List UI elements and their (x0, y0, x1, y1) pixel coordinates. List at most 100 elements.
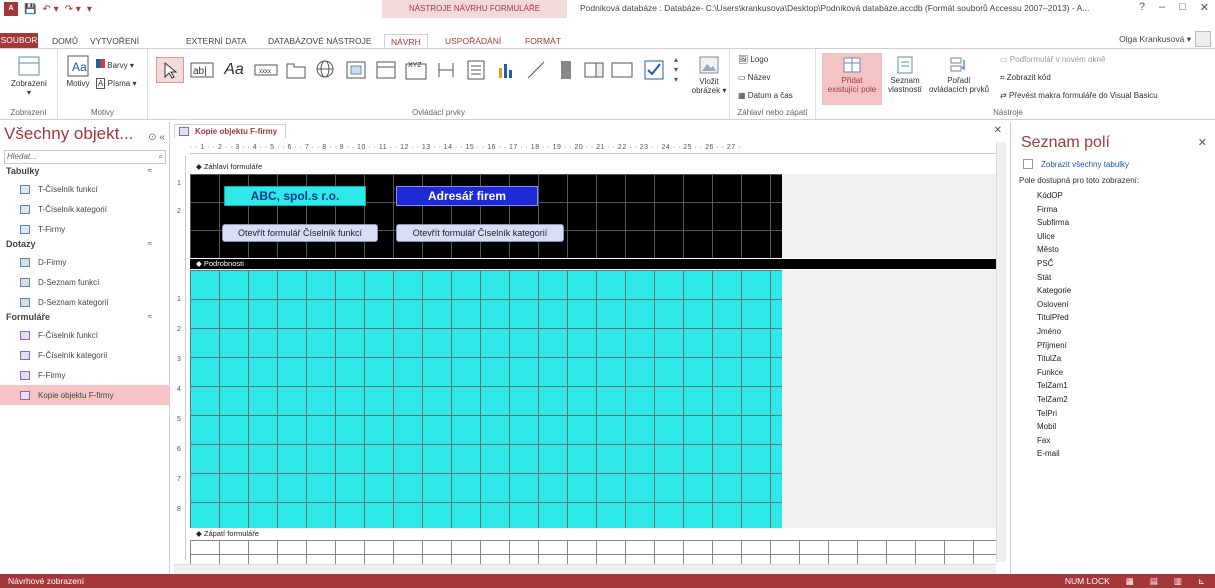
page-break-icon[interactable] (432, 57, 460, 83)
controls-more-icon[interactable]: ▴ ▾ ▾ (670, 53, 682, 87)
nav-item-query[interactable]: D-Seznam kategorií (0, 292, 170, 312)
nav-item-query[interactable]: D-Seznam funkcí (0, 272, 170, 292)
field-item[interactable]: Funkce (1037, 366, 1071, 380)
company-label[interactable]: ABC, spol.s r.o. (224, 186, 366, 206)
themes-button[interactable]: Aa Motivy (62, 55, 94, 88)
show-all-tables-link[interactable]: Zobrazit všechny tabulky (1023, 159, 1129, 169)
title-button[interactable]: ▭ Název (738, 73, 770, 82)
field-item[interactable]: Oslovení (1037, 298, 1071, 312)
vertical-scrollbar[interactable] (996, 142, 1006, 562)
access-app-icon[interactable]: A (4, 2, 18, 16)
save-icon[interactable]: 💾 (24, 4, 36, 15)
nav-item-table[interactable]: T-Firmy (0, 219, 170, 239)
field-item[interactable]: TitulZa (1037, 352, 1071, 366)
logo-button[interactable]: 🖼 Logo (738, 55, 768, 64)
form-title-label[interactable]: Adresář firem (396, 186, 538, 206)
tab-format[interactable]: FORMÁT (525, 34, 561, 48)
hyperlink-control-icon[interactable] (312, 57, 340, 83)
web-browser-control-icon[interactable] (342, 57, 370, 83)
option-group-icon[interactable]: XYZ (402, 57, 430, 83)
field-item[interactable]: E-mail (1037, 447, 1071, 461)
tab-database-tools[interactable]: DATABÁZOVÉ NÁSTROJE (268, 34, 372, 48)
chevron-down-icon[interactable]: ⊙ (148, 132, 156, 143)
collapse-icon[interactable]: ≈ (148, 312, 152, 321)
customize-qat-icon[interactable]: ▾ (87, 4, 92, 15)
subform-new-window-button[interactable]: ▭ Podformulář v novém okně (1000, 55, 1105, 64)
field-item[interactable]: PSČ (1037, 257, 1071, 271)
date-time-button[interactable]: ▦ Datum a čas (738, 91, 793, 100)
horizontal-scrollbar[interactable] (174, 564, 996, 574)
collapse-icon[interactable]: ≈ (148, 239, 152, 248)
textbox-control-icon[interactable]: ab| (188, 57, 216, 83)
avatar[interactable] (1195, 31, 1211, 47)
field-item[interactable]: Subfirma (1037, 216, 1071, 230)
fonts-button[interactable]: A Písma ▾ (96, 78, 137, 89)
view-button[interactable]: Zobrazení ▾ (4, 55, 54, 97)
maximize-button[interactable]: □ (1179, 1, 1186, 14)
tab-external-data[interactable]: EXTERNÍ DATA (186, 34, 247, 48)
layout-view-icon[interactable]: ▤ (1150, 574, 1158, 588)
label-control-icon[interactable]: Aa (220, 57, 248, 83)
open-functions-button[interactable]: Otevřít formulář Číselník funkcí (222, 224, 378, 242)
chart-control-icon[interactable] (492, 57, 520, 83)
nav-pane-title[interactable]: Všechny objekt... (4, 124, 133, 144)
add-existing-fields-button[interactable]: Přidat existující pole (822, 53, 882, 105)
form-view-icon[interactable]: ▦ (1126, 574, 1134, 588)
nav-item-query[interactable]: D-Firmy (0, 252, 170, 272)
tab-design[interactable]: NÁVRH (384, 34, 428, 48)
redo-icon[interactable]: ↷ ▾ (65, 4, 81, 15)
button-control-icon[interactable]: xxxx (252, 57, 280, 83)
field-item[interactable]: Město (1037, 243, 1071, 257)
checkbox-control-icon[interactable] (640, 57, 668, 83)
listbox-control-icon[interactable] (580, 57, 608, 83)
rectangle-control-icon[interactable] (608, 57, 636, 83)
design-view-icon[interactable]: ▥ (1174, 574, 1182, 588)
nav-group-queries[interactable]: Dotazy ≈ (0, 239, 170, 252)
field-item[interactable]: Kategorie (1037, 284, 1071, 298)
nav-group-tables[interactable]: Tabulky ≈ (0, 166, 170, 179)
tab-order-button[interactable]: Pořadí ovládacích prvků (928, 56, 990, 94)
field-item[interactable]: Ulice (1037, 230, 1071, 244)
collapse-icon[interactable]: ≈ (148, 166, 152, 175)
nav-group-forms[interactable]: Formuláře ≈ (0, 312, 170, 325)
toggle-button-icon[interactable] (552, 57, 580, 83)
close-button[interactable]: ✕ (1200, 1, 1209, 14)
convert-macros-button[interactable]: ⇄ Převést makra formuláře do Visual Basi… (1000, 91, 1158, 100)
field-item[interactable]: Příjmení (1037, 339, 1071, 353)
field-item[interactable]: Firma (1037, 203, 1071, 217)
document-tab[interactable]: Kopie objektu F-firmy (174, 124, 287, 138)
nav-item-table[interactable]: T-Číselník kategorií (0, 199, 170, 219)
field-item[interactable]: Mobil (1037, 420, 1071, 434)
field-item[interactable]: Fax (1037, 434, 1071, 448)
nav-item-form[interactable]: F-Číselník kategorií (0, 345, 170, 365)
undo-icon[interactable]: ↶ ▾ (42, 4, 58, 15)
navigation-control-icon[interactable] (372, 57, 400, 83)
close-pane-icon[interactable]: ✕ (1198, 136, 1207, 149)
combobox-control-icon[interactable] (462, 57, 490, 83)
tab-control-icon[interactable] (282, 57, 310, 83)
nav-pane-controls[interactable]: ⊙ « (148, 132, 165, 143)
property-sheet-button[interactable]: Seznam vlastností (882, 56, 928, 94)
insert-image-button[interactable]: Vložit obrázek ▾ (690, 55, 728, 95)
field-item[interactable]: Jméno (1037, 325, 1071, 339)
section-bar-detail[interactable]: ◆ Podrobnosti (190, 259, 996, 269)
field-item[interactable]: TitulPřed (1037, 311, 1071, 325)
user-account[interactable]: Olga Krankusová ▾ (1119, 31, 1211, 47)
nav-item-form[interactable]: F-Číselník funkcí (0, 325, 170, 345)
form-header-section[interactable]: ABC, spol.s r.o. Adresář firem Otevřít f… (190, 174, 782, 258)
tab-file[interactable]: SOUBOR (0, 33, 38, 48)
nav-item-form[interactable]: F-Firmy (0, 365, 170, 385)
view-code-button[interactable]: ⌗ Zobrazit kód (1000, 73, 1051, 83)
line-control-icon[interactable] (522, 57, 550, 83)
colors-button[interactable]: Barvy ▾ (96, 59, 134, 70)
collapse-pane-icon[interactable]: « (159, 132, 165, 143)
field-item[interactable]: TelPri (1037, 407, 1071, 421)
select-pointer-icon[interactable] (156, 57, 184, 83)
field-item[interactable]: KódOP (1037, 189, 1071, 203)
section-bar-footer[interactable]: ◆ Zápatí formuláře (190, 529, 996, 539)
field-item[interactable]: TelZam2 (1037, 393, 1071, 407)
minimize-button[interactable]: – (1159, 1, 1165, 14)
tab-arrange[interactable]: USPOŘÁDÁNÍ (445, 34, 501, 48)
open-categories-button[interactable]: Otevřít formulář Číselník kategorií (396, 224, 564, 242)
nav-search-input[interactable]: Hledat... ⌕ (4, 150, 166, 164)
